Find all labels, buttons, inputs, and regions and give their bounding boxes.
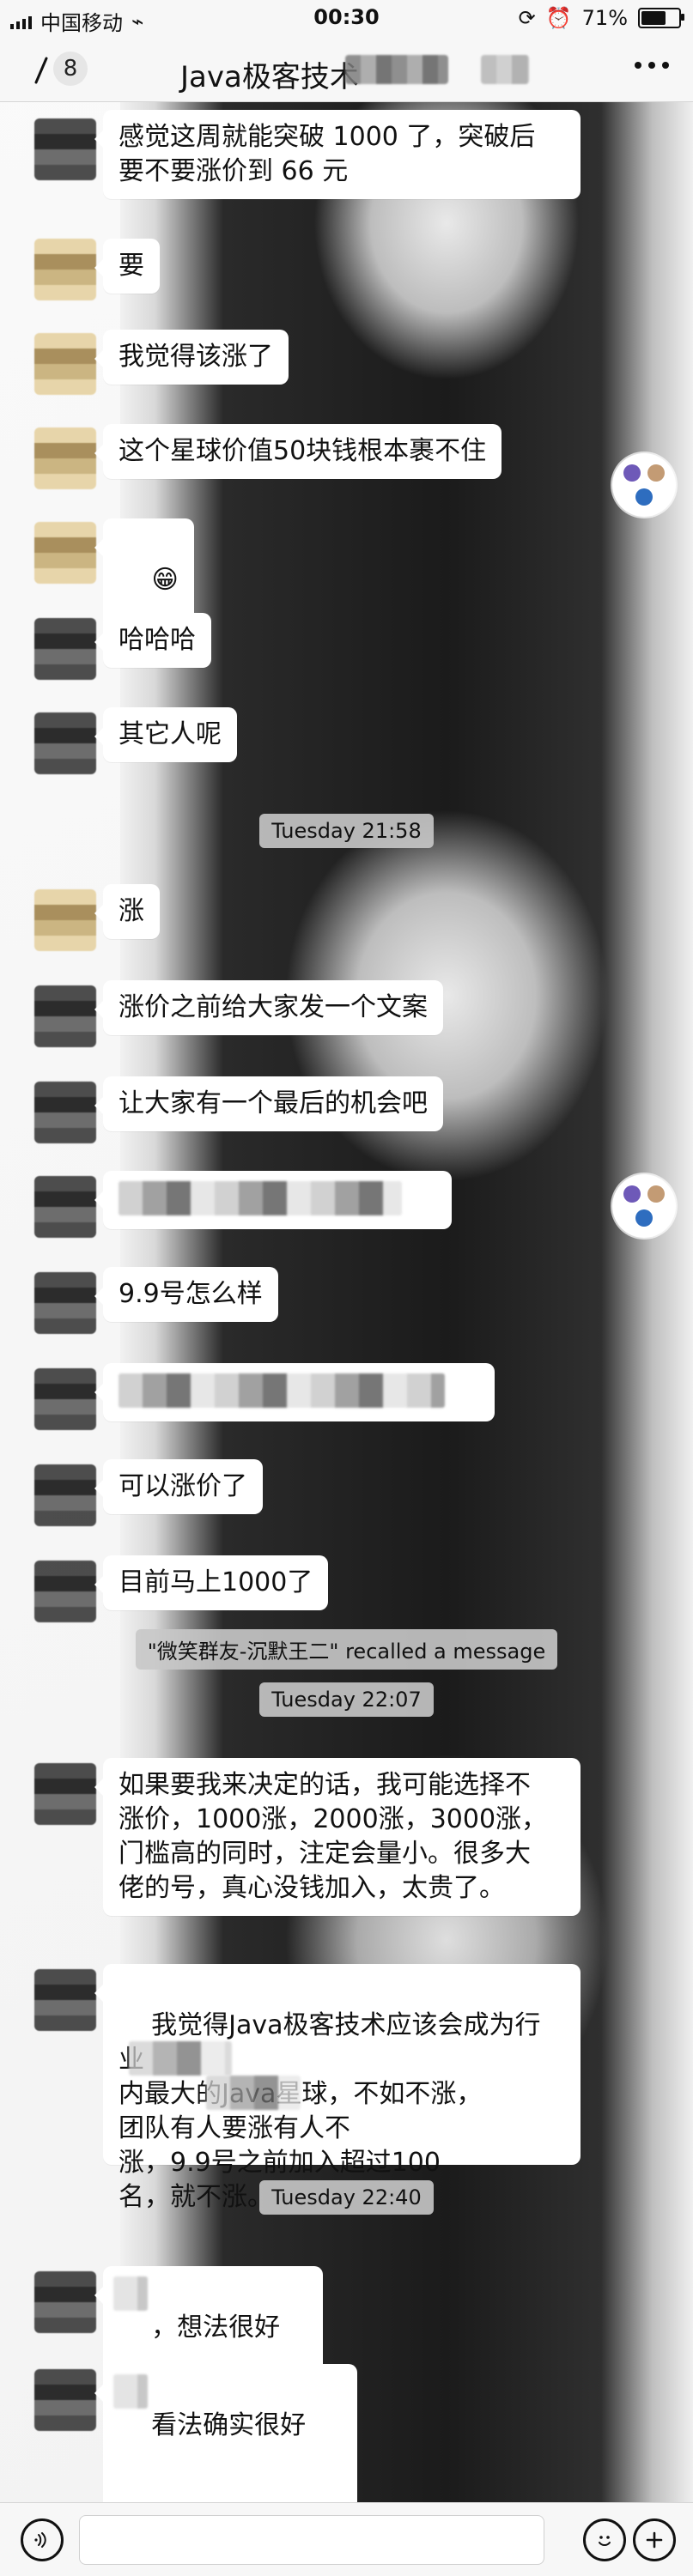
voice-icon[interactable] xyxy=(21,2518,64,2561)
message-input-bar xyxy=(0,2502,693,2576)
redacted-content xyxy=(119,1373,445,1408)
floating-group-badge[interactable] xyxy=(612,453,676,517)
message-bubble[interactable]: 感觉这周就能突破 1000 了，突破后 要不要涨价到 66 元 xyxy=(94,110,581,199)
avatar[interactable] xyxy=(34,2271,96,2333)
avatar[interactable] xyxy=(34,985,96,1047)
status-bar: 中国移动 ⌁ 00:30 ⟳ ⏰ 71% xyxy=(0,0,693,38)
message-bubble[interactable]: 其它人呢 xyxy=(94,707,237,762)
avatar[interactable] xyxy=(34,889,96,951)
redacted-message-bubble[interactable] xyxy=(94,1171,452,1229)
message-bubble[interactable]: 我觉得该涨了 xyxy=(94,330,289,385)
message-bubble[interactable]: 哈哈哈 xyxy=(94,613,211,668)
avatar[interactable] xyxy=(34,239,96,300)
back-arrow-icon[interactable] xyxy=(22,53,57,88)
plus-icon-circle xyxy=(633,2518,676,2561)
voice-icon-circle xyxy=(21,2518,64,2561)
message-bubble[interactable]: 如果要我来决定的话，我可能选择不 涨价，1000涨，2000涨，3000涨， 门… xyxy=(94,1758,581,1916)
redacted-message-bubble[interactable] xyxy=(94,1363,495,1421)
avatar[interactable] xyxy=(34,1464,96,1526)
chat-message-list: 感觉这周就能突破 1000 了，突破后 要不要涨价到 66 元 要 我觉得该涨了… xyxy=(0,101,693,2522)
message-bubble[interactable]: 涨价之前给大家发一个文案 xyxy=(94,980,443,1035)
avatar[interactable] xyxy=(34,1082,96,1143)
message-bubble[interactable]: 涨 xyxy=(94,884,160,939)
avatar[interactable] xyxy=(34,712,96,774)
avatar[interactable] xyxy=(34,1176,96,1238)
chat-title-text: Java极客技术 xyxy=(180,60,359,94)
avatar[interactable] xyxy=(34,618,96,680)
avatar[interactable] xyxy=(34,1969,96,2031)
laugh-emoji: 😁 xyxy=(151,565,179,595)
redacted-content xyxy=(119,1181,402,1215)
system-recall-notice: "微笑群友-沉默王二" recalled a message xyxy=(0,1629,693,1670)
title-redaction-2 xyxy=(481,55,529,84)
avatar[interactable] xyxy=(34,118,96,180)
plus-icon[interactable] xyxy=(633,2518,676,2561)
message-text: 看法确实很好 xyxy=(151,2410,307,2440)
avatar[interactable] xyxy=(34,427,96,489)
voice-waves-icon xyxy=(34,2532,46,2548)
alarm-icon: ⏰ xyxy=(545,6,572,30)
emoji-icon[interactable] xyxy=(583,2518,626,2561)
avatar[interactable] xyxy=(34,333,96,395)
avatar[interactable] xyxy=(34,522,96,584)
group-avatar-icon xyxy=(623,464,665,506)
smile-face-icon xyxy=(599,2536,611,2546)
message-text: ，想法很好 xyxy=(151,2312,281,2343)
message-bubble[interactable]: 我觉得Java极客技术应该会成为行业 内最大的Java星球，不如不涨， 团队有人… xyxy=(94,1964,581,2212)
time-separator: Tuesday 22:07 xyxy=(0,1682,693,1717)
more-dots-icon[interactable] xyxy=(635,62,669,69)
message-bubble[interactable]: 目前马上1000了 xyxy=(94,1555,329,1610)
chat-title-bar: 8 Java极客技术 xyxy=(0,38,693,102)
title-redaction xyxy=(345,55,448,84)
unread-badge[interactable]: 8 xyxy=(53,52,88,86)
message-bubble[interactable]: 9.9号怎么样 xyxy=(94,1267,278,1322)
message-bubble[interactable]: 要 xyxy=(94,239,160,294)
battery-text: 71% xyxy=(581,6,628,30)
message-bubble[interactable]: 看法确实很好 xyxy=(94,2364,357,2522)
redacted-content xyxy=(113,2276,148,2311)
time-separator: Tuesday 22:40 xyxy=(0,2180,693,2215)
chat-title[interactable]: Java极客技术 xyxy=(180,53,359,95)
message-input[interactable] xyxy=(79,2515,544,2565)
avatar[interactable] xyxy=(34,1561,96,1622)
plus-sign-icon xyxy=(646,2531,663,2549)
avatar[interactable] xyxy=(34,2369,96,2431)
message-bubble[interactable]: 让大家有一个最后的机会吧 xyxy=(94,1076,443,1131)
redacted-content xyxy=(129,2041,232,2076)
status-right: ⟳ ⏰ 71% xyxy=(518,6,684,30)
lock-rotation-icon: ⟳ xyxy=(518,6,536,30)
group-avatar-icon xyxy=(623,1185,665,1227)
battery-icon xyxy=(638,8,684,28)
avatar[interactable] xyxy=(34,1368,96,1430)
emoji-icon-circle xyxy=(583,2518,626,2561)
avatar[interactable] xyxy=(34,1763,96,1825)
floating-group-badge[interactable] xyxy=(612,1174,676,1238)
redacted-content xyxy=(113,2374,148,2409)
message-bubble[interactable]: 可以涨价了 xyxy=(94,1459,263,1514)
time-separator: Tuesday 21:58 xyxy=(0,814,693,848)
redacted-content xyxy=(206,2076,301,2110)
message-bubble[interactable]: 这个星球价值50块钱根本裹不住 xyxy=(94,424,502,479)
avatar[interactable] xyxy=(34,1272,96,1334)
